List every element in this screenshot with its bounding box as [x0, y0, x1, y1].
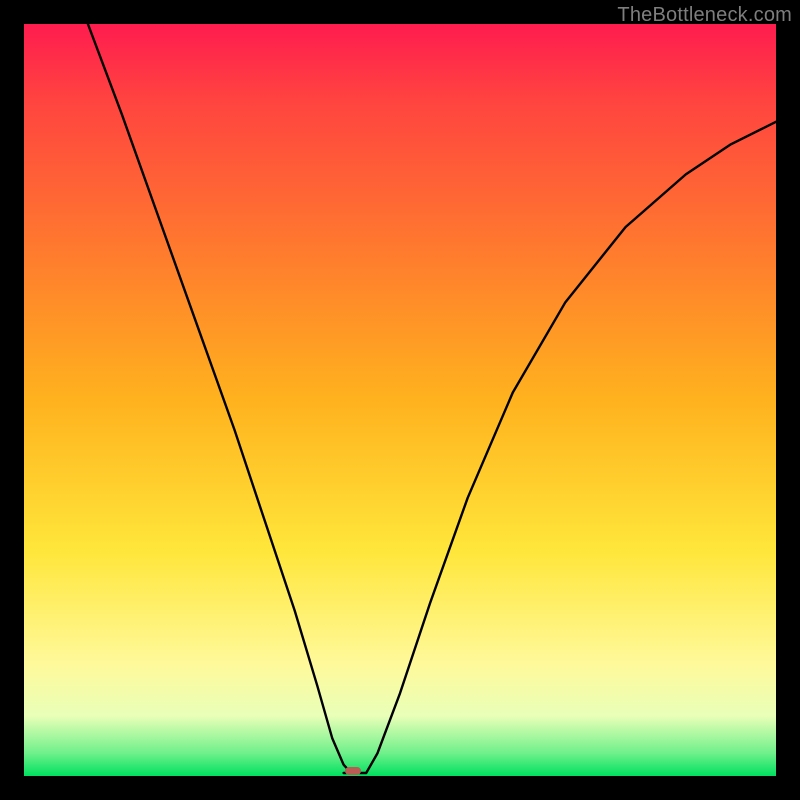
- bottleneck-curve: [24, 24, 776, 776]
- minimum-marker: [345, 767, 361, 775]
- plot-frame: [24, 24, 776, 776]
- curve-path: [88, 24, 776, 773]
